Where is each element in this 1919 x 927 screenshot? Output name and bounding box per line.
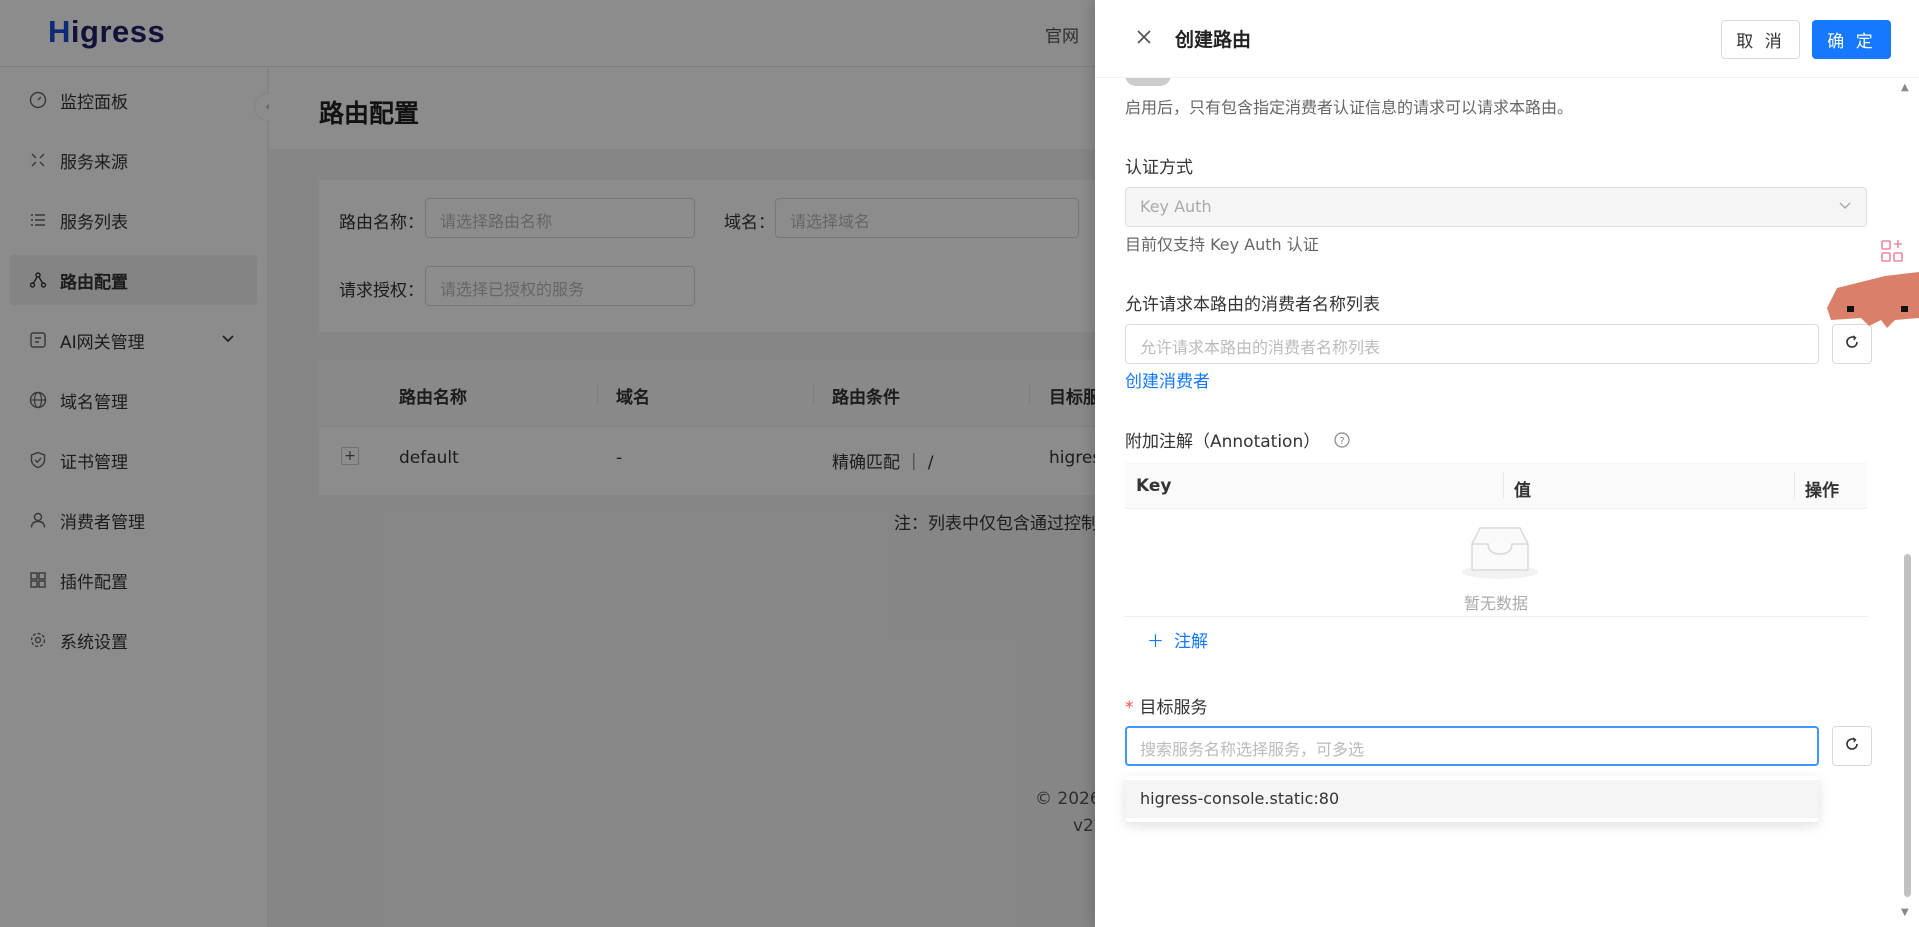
auth-method-value: Key Auth [1140,197,1212,216]
service-dropdown: higress-console.static:80 [1125,776,1819,822]
auth-method-label: 认证方式 [1125,158,1193,178]
empty-inbox-icon [1460,522,1540,584]
consumers-select[interactable]: 允许请求本路由的消费者名称列表 [1125,324,1819,364]
dropdown-option[interactable]: higress-console.static:80 [1125,780,1819,818]
annotation-table-header: Key 值 操作 [1125,462,1867,509]
column-header: 操作 [1805,481,1839,501]
add-annotation-button[interactable]: ＋注解 [1147,627,1208,652]
scroll-down-arrow-icon[interactable]: ▼ [1901,907,1909,918]
help-icon[interactable]: ? [1334,431,1350,453]
refresh-icon [1844,736,1860,756]
svg-text:?: ? [1339,436,1344,447]
consumers-label: 允许请求本路由的消费者名称列表 [1125,295,1380,315]
auth-method-select[interactable]: Key Auth [1125,187,1867,227]
target-service-label: * 目标服务 [1125,698,1208,718]
annotation-table: Key 值 操作 暂无数据 [1125,462,1867,617]
plus-icon: ＋ [1147,632,1164,652]
scroll-up-arrow-icon[interactable]: ▲ [1901,82,1909,93]
empty-text: 暂无数据 [1463,594,1528,613]
column-header: Key [1136,476,1172,496]
annotation-label: 附加注解（Annotation） ? [1125,427,1350,453]
drawer-title: 创建路由 [1175,29,1252,51]
drawer-scrollbar[interactable]: ▲ ▼ [1901,78,1913,927]
cancel-button[interactable]: 取 消 [1721,20,1800,59]
create-consumer-link[interactable]: 创建消费者 [1125,367,1210,392]
drawer-body: 启用后，只有包含指定消费者认证信息的请求可以请求本路由。 认证方式 Key Au… [1095,78,1919,927]
drawer-header: 创建路由 取 消 确 定 [1095,0,1919,78]
scroll-thumb[interactable] [1904,554,1911,897]
auth-method-hint: 目前仅支持 Key Auth 认证 [1125,235,1319,254]
refresh-services-button[interactable] [1832,726,1872,766]
close-icon[interactable] [1133,27,1155,49]
auth-toggle-switch[interactable] [1125,78,1171,86]
create-route-drawer: 启用后，只有包含指定消费者认证信息的请求可以请求本路由。 认证方式 Key Au… [1095,0,1919,927]
auth-hint: 启用后，只有包含指定消费者认证信息的请求可以请求本路由。 [1125,98,1574,117]
column-divider [1794,472,1795,498]
chevron-down-icon [1838,197,1852,216]
column-divider [1503,472,1504,498]
table-divider [1125,616,1867,617]
column-header: 值 [1514,481,1531,501]
confirm-button[interactable]: 确 定 [1812,20,1891,59]
drawer-mask[interactable] [0,0,1095,927]
target-service-select[interactable]: 搜索服务名称选择服务，可多选 [1125,726,1819,766]
